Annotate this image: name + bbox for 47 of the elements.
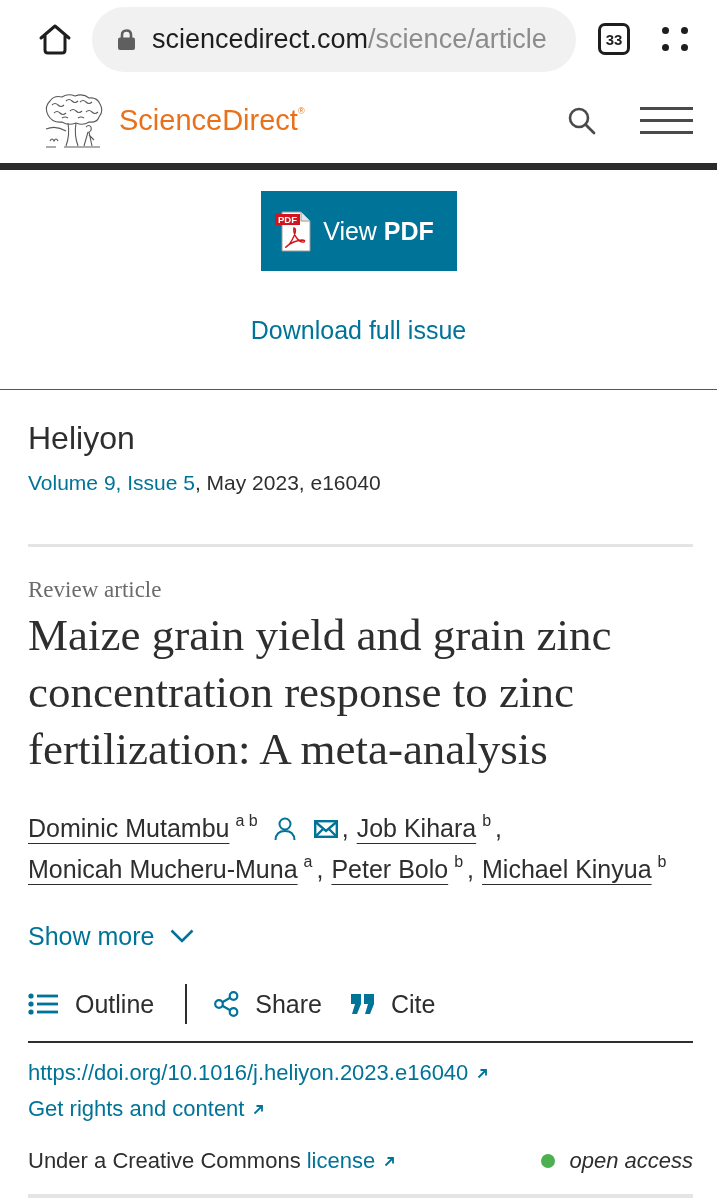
affiliation-mark[interactable]: a [303, 854, 313, 870]
list-icon [28, 993, 58, 1015]
author-link[interactable]: Peter Bolo [331, 849, 449, 890]
article-type: Review article [28, 577, 163, 603]
issue-link[interactable]: Volume 9, Issue 5 [28, 471, 195, 494]
share-button[interactable]: Share [214, 989, 322, 1019]
search-icon [568, 106, 596, 135]
view-pdf-button[interactable]: PDF View PDF [260, 191, 457, 271]
cite-button[interactable]: Cite [350, 989, 436, 1019]
affiliation-mark[interactable]: b [454, 854, 464, 870]
quote-icon [350, 994, 375, 1014]
author-link[interactable]: Michael Kinyua [482, 849, 652, 890]
home-button[interactable] [38, 23, 72, 55]
menu-button[interactable] [640, 107, 693, 134]
author-link[interactable]: Dominic Mutambu [28, 808, 230, 849]
issue-info: Volume 9, Issue 5, May 2023, e16040 [28, 470, 382, 496]
journal-title[interactable]: Heliyon [28, 419, 693, 457]
status-dot-icon [541, 1154, 556, 1168]
menu-button[interactable] [662, 27, 688, 51]
separator-text: , [495, 813, 503, 844]
download-link[interactable]: Download full issue [250, 315, 467, 345]
search-button[interactable] [568, 106, 596, 135]
home-icon [38, 23, 72, 55]
article-title: Maize grain yield and grain zinc concentration response to zinc fertilization: A meta-analysis [28, 609, 613, 776]
lock-icon [118, 28, 135, 50]
share-icon [214, 991, 240, 1017]
menu-dots-icon [662, 27, 688, 51]
separator-text: , [316, 854, 324, 885]
person-icon[interactable] [273, 816, 296, 841]
affiliation-mark[interactable]: b [657, 854, 667, 870]
show-more-button[interactable]: Show more [28, 920, 195, 952]
license-notice: Under a Creative Commons license [28, 1147, 396, 1175]
license-link[interactable]: license [306, 1147, 396, 1175]
affiliation-mark[interactable]: a b [235, 813, 258, 829]
mail-icon[interactable] [313, 819, 338, 838]
author-link[interactable]: Job Kihara [356, 808, 477, 849]
separator-text: , [467, 854, 475, 885]
rights-link[interactable]: Get rights and content [28, 1095, 265, 1123]
doi-link[interactable]: https://doi.org/10.1016/j.heliyon.2023.e16040 [28, 1059, 489, 1087]
address-bar[interactable]: sciencedirect.com/science/article [92, 6, 576, 72]
separator-text: , [341, 813, 349, 844]
menu-icon [640, 107, 693, 134]
author-link[interactable]: Monicah Mucheru-Muna [28, 849, 298, 890]
tab-count-button[interactable]: 33 [598, 23, 630, 55]
open-access-label: open access [569, 1147, 693, 1175]
outline-button[interactable]: Outline [28, 989, 155, 1019]
affiliation-mark[interactable]: b [482, 813, 492, 829]
